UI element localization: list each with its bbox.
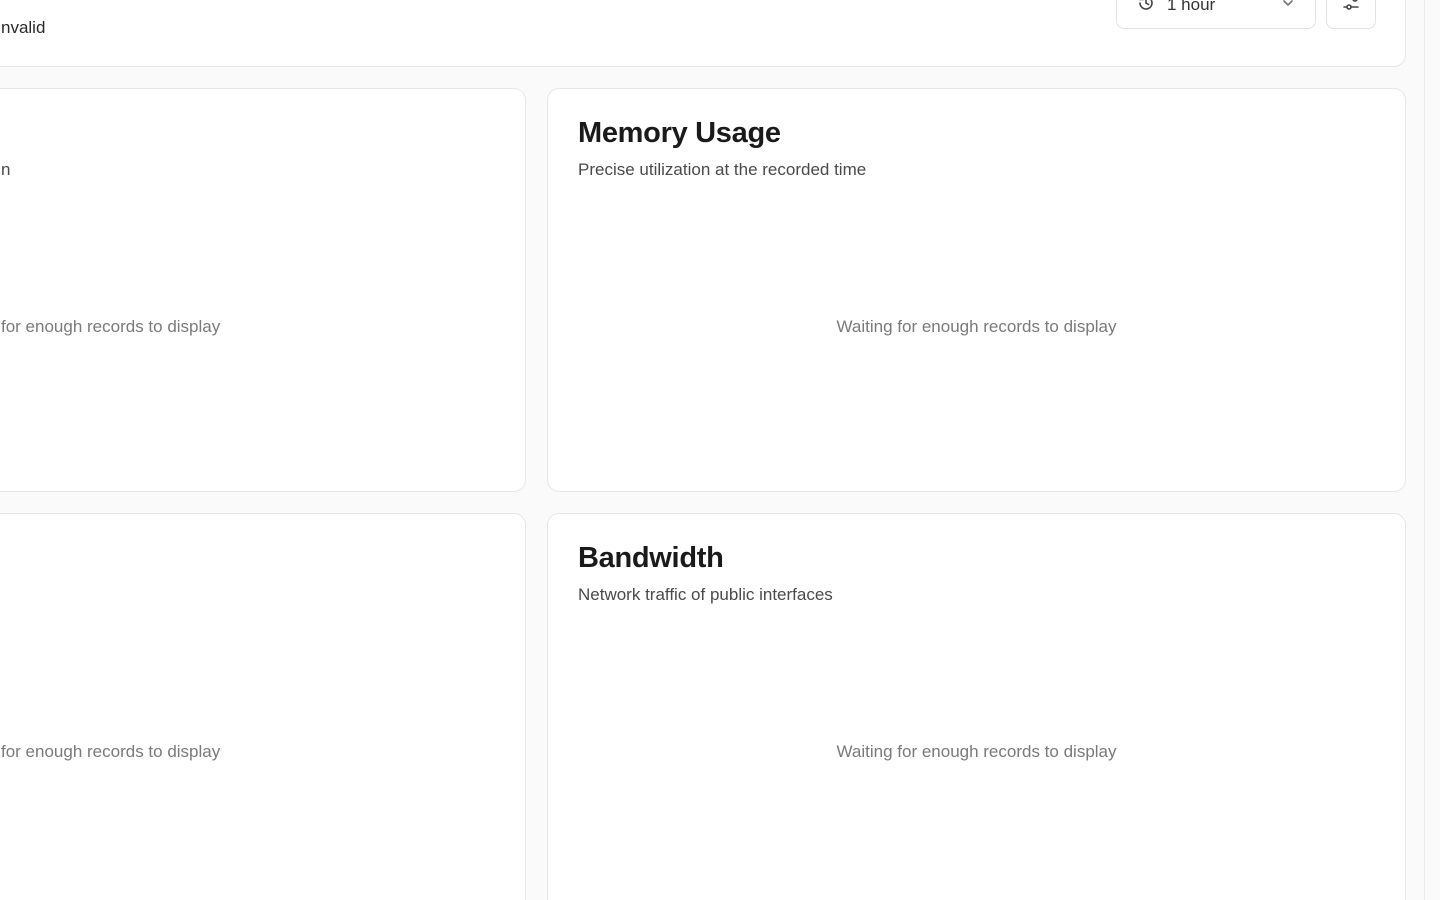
panel-subtitle: Network traffic of public interfaces — [578, 585, 833, 604]
sliders-icon — [1341, 0, 1361, 18]
time-range-select[interactable]: 1 hour — [1116, 0, 1316, 29]
panel-bandwidth: Bandwidth Network traffic of public inte… — [547, 513, 1406, 900]
filter-button[interactable] — [1326, 0, 1376, 29]
empty-state-text: for enough records to display — [1, 742, 221, 761]
panel-clip: n for enough records to display — [1, 89, 525, 491]
panel-memory-usage: Memory Usage Precise utilization at the … — [547, 88, 1406, 492]
empty-state-text: for enough records to display — [1, 317, 221, 336]
system-status-text: nvalid — [1, 18, 46, 37]
panel-cpu-usage: n for enough records to display — [0, 88, 526, 492]
empty-state-text: Waiting for enough records to display — [836, 317, 1117, 336]
vertical-scrollbar[interactable] — [1424, 0, 1440, 900]
dashboard-viewport: nvalid 1 hour n for enough records to di… — [0, 0, 1424, 900]
panel-subtitle: Precise utilization at the recorded time — [578, 160, 867, 179]
panel-disk-usage: for enough records to display — [0, 513, 526, 900]
empty-state-text: Waiting for enough records to display — [836, 742, 1117, 761]
clock-icon — [1137, 0, 1155, 17]
header-card: nvalid 1 hour — [0, 0, 1406, 67]
panel-title: Bandwidth — [578, 542, 724, 574]
panel-title: Memory Usage — [578, 117, 781, 149]
panel-subtitle: n — [1, 160, 11, 179]
panel-clip: for enough records to display — [1, 514, 525, 900]
time-range-value: 1 hour — [1167, 0, 1216, 14]
chevron-down-icon — [1281, 0, 1295, 15]
